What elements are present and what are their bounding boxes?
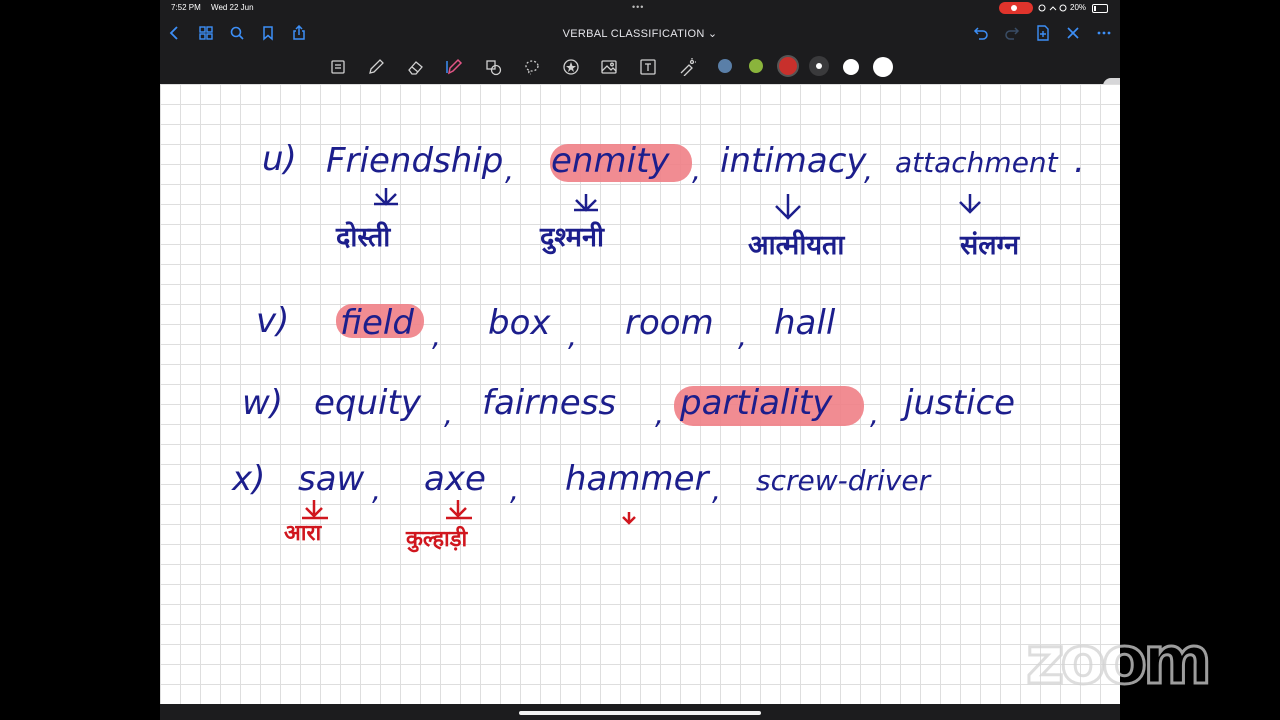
- q4-word-2: enmity: [551, 141, 670, 181]
- q7-word-3: hammer: [565, 459, 711, 499]
- connectivity-icons: [1038, 4, 1067, 12]
- close-icon[interactable]: [1065, 25, 1081, 41]
- q4-comma-2: ,: [692, 154, 701, 187]
- q4-number: u): [262, 139, 297, 179]
- text-icon[interactable]: [639, 58, 657, 76]
- reader-icon[interactable]: [329, 58, 347, 76]
- status-bar: 7:52 PM Wed 22 Jun ••• 20%: [160, 0, 1120, 16]
- eraser-icon[interactable]: [407, 58, 425, 76]
- q5-number: v): [256, 301, 289, 341]
- screen-record-indicator-icon[interactable]: [999, 2, 1033, 14]
- q6-comma-3: ,: [870, 398, 879, 431]
- q4-arrows: [374, 188, 981, 220]
- shapes-icon[interactable]: [485, 58, 503, 76]
- handwritten-notes: u) Friendship enmity intimacy attachment…: [231, 139, 1085, 553]
- q4-word-3: intimacy: [720, 141, 867, 181]
- q4-comma-3: ,: [864, 154, 873, 187]
- q7-number: x): [231, 459, 265, 499]
- pen-icon[interactable]: [367, 58, 385, 76]
- q6-word-2: fairness: [482, 383, 616, 423]
- q4-hindi-1: दोस्ती: [335, 221, 391, 253]
- q7-word-1: saw: [298, 459, 365, 499]
- color-swatch-red[interactable]: [779, 57, 797, 75]
- status-time: 7:52 PM: [171, 3, 201, 12]
- q4-end: .: [1074, 141, 1085, 181]
- q4-hindi-3: आत्मीयता: [748, 229, 845, 261]
- q5-comma-1: ,: [432, 320, 441, 353]
- stroke-size-medium[interactable]: [843, 59, 859, 75]
- multitasking-dots-icon[interactable]: •••: [632, 2, 644, 12]
- q7-word-2: axe: [424, 459, 486, 499]
- q6-comma-2: ,: [655, 398, 664, 431]
- q7-comma-1: ,: [372, 474, 381, 507]
- sticker-icon[interactable]: [562, 58, 580, 76]
- q5-word-4: hall: [774, 303, 836, 343]
- color-swatch-blue[interactable]: [718, 59, 732, 73]
- q6-number: w): [242, 383, 283, 423]
- q4-hindi-4: संलग्न: [959, 230, 1020, 261]
- highlighter-icon[interactable]: [445, 58, 463, 76]
- q5-word-3: room: [625, 303, 714, 343]
- add-page-icon[interactable]: [1035, 25, 1051, 41]
- q6-comma-1: ,: [444, 398, 453, 431]
- battery-percent: 20%: [1070, 3, 1087, 12]
- drawing-toolbar: [160, 50, 1120, 84]
- undo-icon[interactable]: [973, 25, 989, 41]
- lasso-icon[interactable]: [523, 58, 541, 76]
- image-icon[interactable]: [600, 58, 618, 76]
- redo-icon[interactable]: [1004, 25, 1020, 41]
- q7-comma-3: ,: [712, 474, 721, 507]
- status-date: Wed 22 Jun: [211, 3, 254, 12]
- q7-hindi-2: कुल्हाड़ी: [405, 525, 469, 553]
- more-icon[interactable]: [1096, 25, 1112, 41]
- q4-word-4: attachment: [895, 146, 1059, 179]
- ipad-screen: 7:52 PM Wed 22 Jun ••• 20% VERBAL CLASSI…: [160, 0, 1120, 720]
- note-canvas[interactable]: u) Friendship enmity intimacy attachment…: [160, 84, 1120, 704]
- battery-icon: [1092, 4, 1108, 13]
- q4-comma-1: ,: [505, 154, 514, 187]
- q5-comma-3: ,: [738, 320, 747, 353]
- q7-arrows: [302, 500, 636, 525]
- q6-word-4: justice: [900, 383, 1015, 423]
- q7-comma-2: ,: [510, 474, 519, 507]
- q6-word-1: equity: [314, 383, 422, 423]
- stroke-size-large[interactable]: [873, 57, 893, 77]
- q5-comma-2: ,: [568, 320, 577, 353]
- q6-word-3: partiality: [679, 383, 833, 423]
- q5-word-1: field: [340, 303, 414, 343]
- q7-hindi-1: आरा: [284, 521, 322, 546]
- stroke-size-small[interactable]: [809, 56, 829, 76]
- nav-bar: VERBAL CLASSIFICATION ⌄: [160, 16, 1120, 50]
- zoom-logo: zoom: [1025, 621, 1214, 701]
- home-indicator: [519, 711, 761, 715]
- q5-word-2: box: [488, 303, 551, 343]
- laser-pointer-icon[interactable]: [678, 58, 696, 76]
- color-swatch-green[interactable]: [749, 59, 763, 73]
- q4-word-1: Friendship: [326, 141, 503, 181]
- q7-word-4: screw-driver: [756, 464, 932, 497]
- q4-hindi-2: दुश्मनी: [539, 221, 605, 255]
